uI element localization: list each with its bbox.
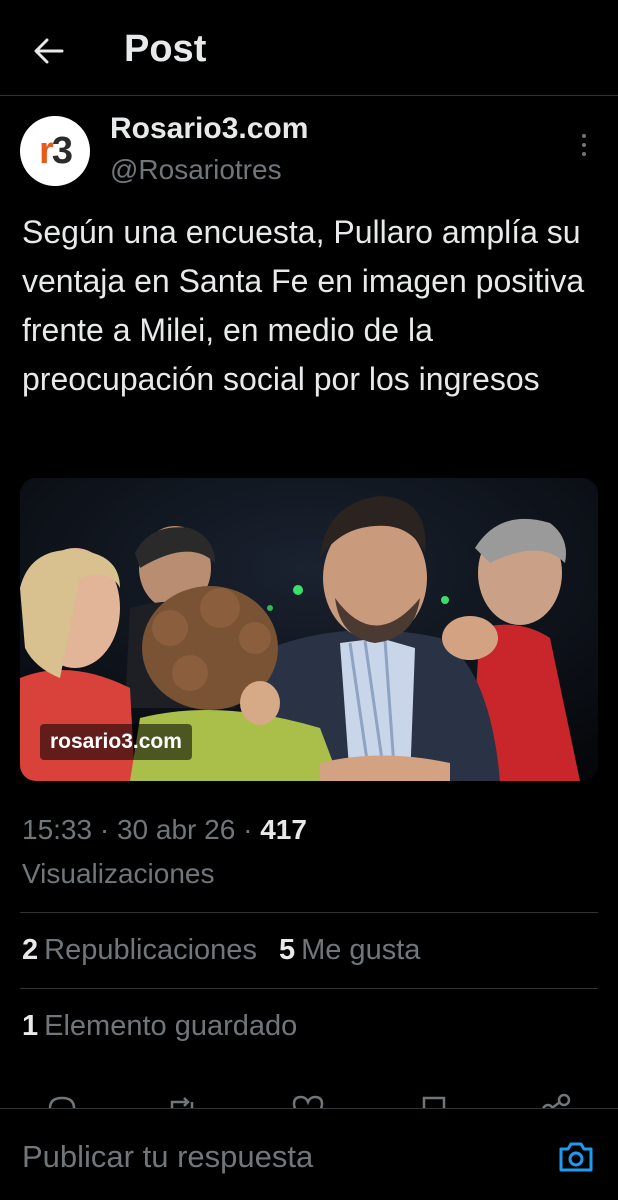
separator-dot: ·: [243, 814, 261, 845]
post-meta: 15:33 · 30 abr 26 · 417 Visualizaciones: [22, 808, 602, 896]
bookmark-stats: 1 Elemento guardado: [22, 1010, 297, 1043]
bookmarks-stat[interactable]: 1 Elemento guardado: [22, 1010, 297, 1043]
more-dot-icon: [582, 143, 586, 147]
avatar-logo: r3: [39, 129, 73, 172]
post-time: 15:33: [22, 814, 93, 845]
post-image[interactable]: rosario3.com: [20, 478, 598, 781]
likes-stat[interactable]: 5 Me gusta: [279, 934, 420, 967]
post-text: Según una encuesta, Pullaro amplía su ve…: [22, 214, 585, 397]
divider: [20, 988, 598, 989]
more-dot-icon: [582, 152, 586, 156]
separator-dot: ·: [99, 814, 117, 845]
engagement-stats: 2 Republicaciones 5 Me gusta: [22, 934, 420, 967]
more-options-button[interactable]: [570, 130, 598, 160]
page-title: Post: [124, 28, 207, 70]
post-screen: Post r3 Rosario3.com @Rosariotres Según …: [0, 0, 618, 1200]
author-name[interactable]: Rosario3.com: [110, 112, 308, 146]
reply-bar: Publicar tu respuesta: [0, 1108, 618, 1200]
views-label: Visualizaciones: [22, 858, 215, 889]
more-dot-icon: [582, 134, 586, 138]
author-handle[interactable]: @Rosariotres: [110, 154, 282, 186]
back-button[interactable]: [26, 28, 72, 74]
action-bar: [0, 1084, 618, 1110]
reposts-stat[interactable]: 2 Republicaciones: [22, 934, 257, 967]
post-date: 30 abr 26: [116, 814, 236, 845]
camera-icon[interactable]: [557, 1140, 595, 1174]
avatar[interactable]: r3: [20, 116, 90, 186]
divider: [20, 912, 598, 913]
image-watermark: rosario3.com: [40, 724, 192, 760]
views-count: 417: [260, 814, 307, 845]
top-bar: Post: [0, 0, 618, 96]
arrow-left-icon: [34, 38, 64, 64]
reply-input[interactable]: Publicar tu respuesta: [22, 1139, 522, 1175]
